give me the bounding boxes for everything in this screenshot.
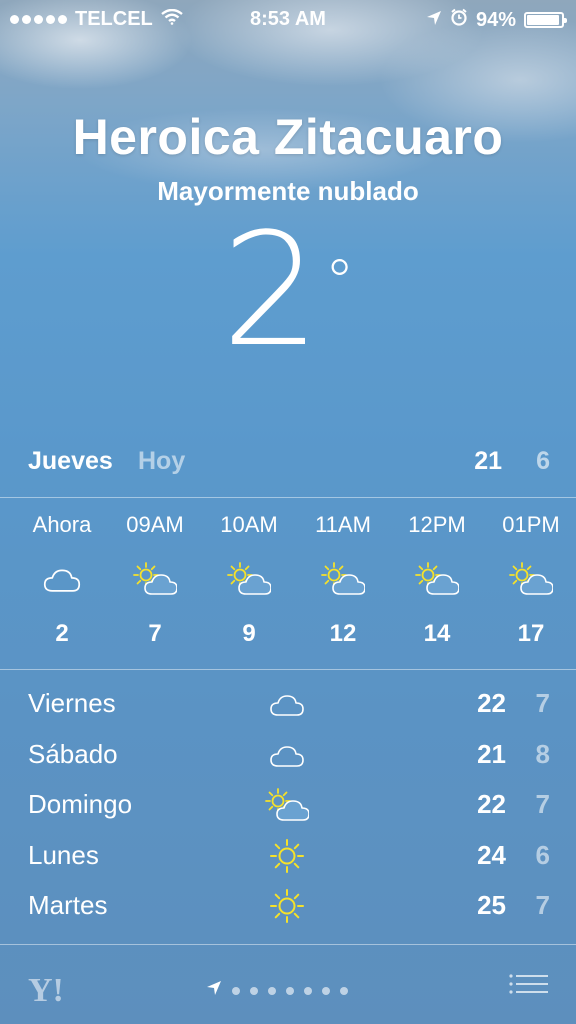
sun-icon	[262, 886, 312, 926]
location-arrow-icon	[206, 980, 222, 1001]
partly-sunny-icon	[484, 554, 576, 604]
city-name: Heroica Zitacuaro	[72, 109, 504, 165]
hour-item: 10AM 9	[202, 512, 296, 648]
hour-time: 01PM	[502, 512, 560, 537]
current-temperature: 2°	[0, 210, 576, 370]
hourly-forecast[interactable]: Ahora 2 09AM 7 10AM 9 11AM 12 12PM 14 01…	[0, 512, 576, 657]
status-bar: TELCEL 8:53 AM 94%	[0, 0, 576, 40]
battery-percent: 94%	[475, 8, 516, 31]
day-low: 7	[535, 688, 550, 718]
hour-time: 11AM	[315, 512, 371, 537]
day-name: Martes	[28, 890, 108, 920]
day-name: Viernes	[28, 688, 116, 718]
current-temperature-value: 2	[221, 199, 321, 381]
hour-time: 10AM	[220, 512, 278, 537]
hour-time: 12PM	[408, 512, 466, 537]
page-dot	[340, 986, 348, 995]
hour-item: 12PM 14	[390, 512, 484, 648]
alarm-icon	[450, 8, 468, 32]
hour-temp: 2	[55, 620, 69, 647]
hour-time: Ahora	[32, 512, 92, 537]
hour-item: 09AM 7	[108, 512, 202, 648]
partly-sunny-icon	[262, 785, 312, 825]
list-icon[interactable]	[508, 972, 548, 1000]
cloud-icon	[262, 684, 312, 724]
day-low: 7	[535, 789, 550, 819]
day-row: Viernes 22 7	[0, 686, 576, 737]
day-row: Martes 25 7	[0, 888, 576, 939]
divider	[0, 497, 576, 498]
day-high: 22	[477, 688, 506, 718]
today-low: 6	[536, 447, 550, 475]
page-dot	[304, 986, 312, 995]
day-row: Domingo 22 7	[0, 787, 576, 838]
day-high: 25	[477, 890, 506, 920]
page-dot	[286, 986, 294, 995]
day-low: 7	[535, 890, 550, 920]
hour-item: Ahora 2	[15, 512, 109, 648]
hour-item: 11AM 12	[296, 512, 390, 648]
partly-sunny-icon	[296, 554, 390, 604]
day-high: 24	[477, 839, 506, 870]
status-right: 94%	[426, 8, 567, 32]
day-name: Domingo	[28, 789, 133, 819]
day-row: Lunes 24 6	[0, 838, 576, 889]
hour-item: 01PM 17	[484, 512, 576, 648]
degree-symbol: °	[324, 247, 355, 317]
location-arrow-icon	[426, 9, 442, 32]
page-dot	[250, 986, 258, 995]
day-name: Sábado	[28, 738, 118, 769]
page-indicator[interactable]	[206, 980, 348, 1001]
day-low: 8	[535, 738, 550, 769]
page-dots	[232, 986, 348, 995]
day-high: 22	[477, 789, 506, 819]
day-high: 21	[477, 738, 506, 769]
divider	[0, 669, 576, 670]
hour-temp: 7	[148, 620, 162, 647]
today-high: 21	[474, 447, 502, 475]
cloud-icon	[15, 554, 109, 604]
cloud-icon	[262, 735, 312, 775]
partly-sunny-icon	[202, 554, 296, 604]
day-name: Lunes	[28, 839, 99, 870]
today-day: Jueves	[28, 447, 113, 475]
today-label: Hoy	[138, 447, 186, 475]
hour-temp: 17	[517, 620, 545, 647]
battery-fill	[527, 15, 559, 25]
page-dot	[322, 986, 330, 995]
battery-icon	[524, 12, 567, 28]
hour-time: 09AM	[126, 512, 184, 537]
footer-toolbar: Y!	[0, 946, 576, 1024]
page-dot	[232, 986, 240, 995]
hour-temp: 9	[242, 620, 256, 647]
partly-sunny-icon	[108, 554, 202, 604]
hour-temp: 12	[329, 620, 357, 647]
page-dot	[268, 986, 276, 995]
today-row: Jueves Hoy 21 6	[0, 447, 576, 485]
day-low: 6	[535, 839, 550, 870]
day-row: Sábado 21 8	[0, 737, 576, 788]
hour-temp: 14	[423, 620, 451, 647]
daily-forecast[interactable]: Viernes 22 7 Sábado 21 8 Domingo 22 7 Lu…	[0, 686, 576, 939]
yahoo-logo-icon[interactable]: Y!	[28, 972, 64, 1010]
partly-sunny-icon	[390, 554, 484, 604]
sun-icon	[262, 836, 312, 876]
divider	[0, 944, 576, 945]
